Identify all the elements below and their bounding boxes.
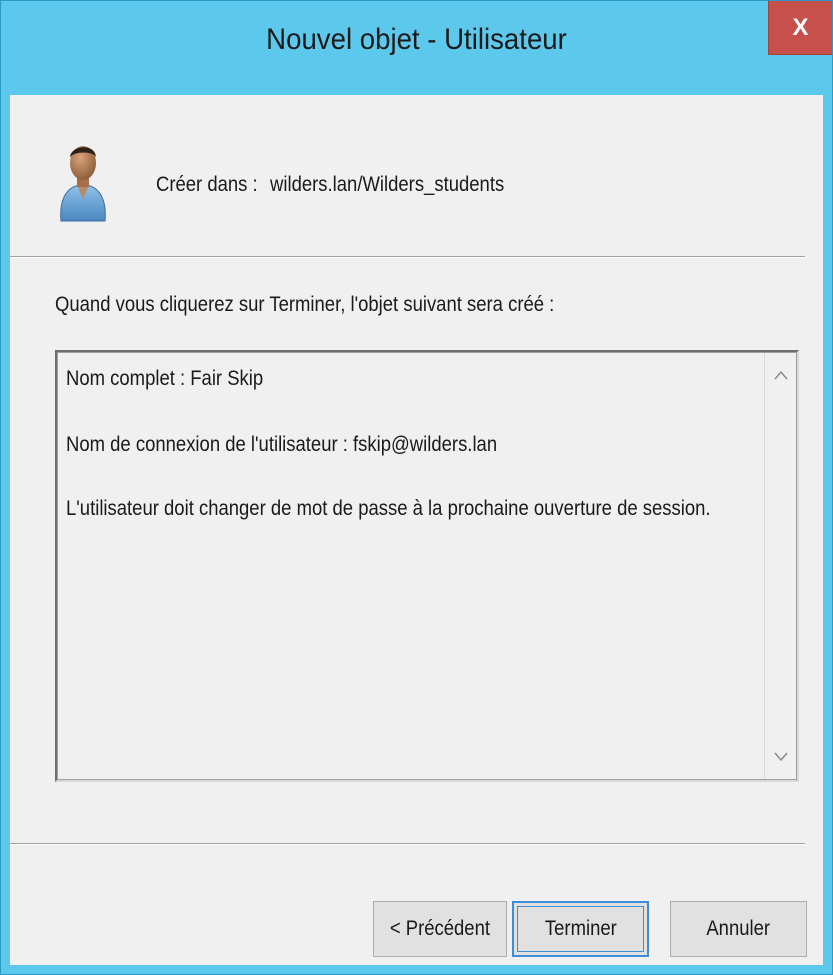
previous-button[interactable]: < Précédent <box>373 901 507 957</box>
window-title: Nouvel objet - Utilisateur <box>266 23 567 56</box>
chevron-down-icon[interactable] <box>765 741 797 773</box>
cancel-button[interactable]: Annuler <box>670 901 807 957</box>
dialog-body: Créer dans : wilders.lan/Wilders_students… <box>10 95 823 965</box>
close-icon: X <box>792 13 809 41</box>
user-icon <box>60 146 106 222</box>
title-bar[interactable]: Nouvel objet - Utilisateur X <box>1 1 832 95</box>
summary-line-password-change: L'utilisateur doit changer de mot de pas… <box>66 497 711 520</box>
cancel-button-label: Annuler <box>706 917 771 940</box>
finish-button[interactable]: Terminer <box>512 901 649 957</box>
summary-textbox[interactable]: Nom complet : Fair Skip Nom de connexion… <box>55 350 799 782</box>
previous-button-label: < Précédent <box>389 917 491 940</box>
summary-content: Nom complet : Fair Skip Nom de connexion… <box>57 352 797 780</box>
summary-scrollbar[interactable] <box>764 353 796 779</box>
create-in-value: wilders.lan/Wilders_students <box>270 173 505 196</box>
close-button[interactable]: X <box>768 1 832 55</box>
summary-line-full-name: Nom complet : Fair Skip <box>66 367 264 390</box>
intro-text: Quand vous cliquerez sur Terminer, l'obj… <box>55 293 555 316</box>
finish-button-label: Terminer <box>544 917 617 940</box>
divider-bottom <box>10 843 805 845</box>
summary-line-logon-name: Nom de connexion de l'utilisateur : fski… <box>66 433 498 456</box>
chevron-up-icon[interactable] <box>765 359 797 391</box>
create-in-row: Créer dans : wilders.lan/Wilders_students <box>156 173 504 197</box>
dialog-window: Nouvel objet - Utilisateur X Créer dans … <box>0 0 833 975</box>
create-in-label: Créer dans : <box>156 173 258 196</box>
divider-top <box>10 256 805 258</box>
